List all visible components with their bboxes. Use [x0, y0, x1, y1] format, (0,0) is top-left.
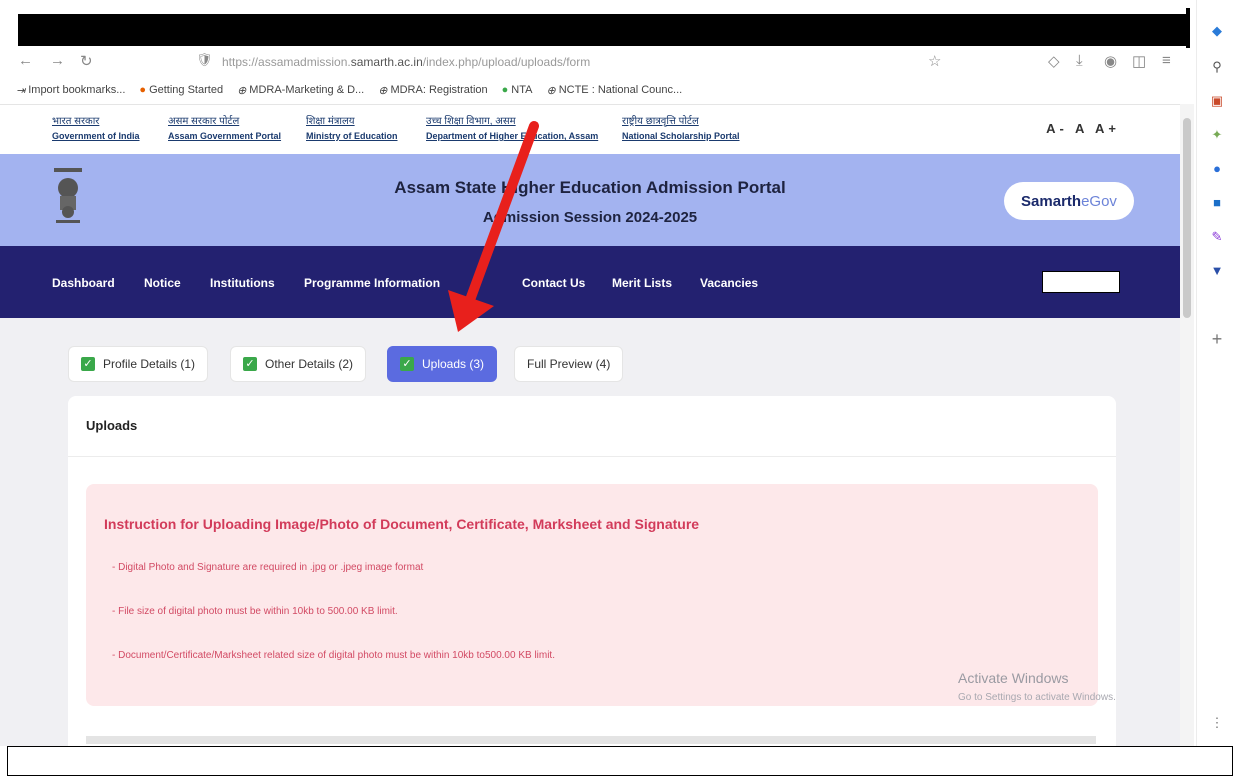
check-icon: ✓ — [400, 357, 414, 371]
extensions-icon[interactable]: ◫ — [1132, 52, 1146, 70]
main-navbar: Dashboard Notice Institutions Programme … — [0, 246, 1180, 318]
firefox-icon: ● — [139, 84, 147, 96]
bookmark-mdra-marketing[interactable]: ⊕ MDRA-Marketing & D... — [237, 84, 364, 97]
tools-icon[interactable]: ✦ — [1208, 126, 1226, 144]
shopping-icon[interactable]: ▣ — [1208, 92, 1226, 110]
nav-institutions[interactable]: Institutions — [210, 276, 275, 290]
search-icon[interactable]: ⚲ — [1208, 58, 1226, 76]
table-header-strip — [86, 736, 1096, 744]
more-icon[interactable]: ⋮ — [1208, 714, 1226, 732]
nav-merit-lists[interactable]: Merit Lists — [612, 276, 672, 290]
gov-links-strip: भारत सरकार Government of India असम सरकार … — [0, 104, 1180, 154]
nav-dashboard[interactable]: Dashboard — [52, 276, 115, 290]
globe-icon: ⊕ — [546, 84, 556, 97]
designer-icon[interactable]: ✎ — [1208, 228, 1226, 246]
portal-header: Assam State Higher Education Admission P… — [0, 154, 1180, 246]
forward-icon[interactable]: → — [50, 52, 65, 69]
bookmark-import[interactable]: ⇥ Import bookmarks... — [16, 84, 125, 97]
pocket-icon[interactable]: ◇ — [1048, 52, 1060, 70]
globe-icon: ⊕ — [237, 84, 247, 97]
check-icon: ✓ — [81, 357, 95, 371]
url-bar-row: ← → ↻ 🛡 https://assamadmission.samarth.a… — [0, 48, 1196, 76]
page-scrollbar[interactable] — [1180, 104, 1194, 746]
browser-sidebar: ◆ ⚲ ▣ ✦ ● ■ ✎ ▼ + ⋮ — [1196, 0, 1236, 746]
activation-watermark-title: Activate Windows — [958, 670, 1069, 686]
scrollbar-thumb[interactable] — [1183, 118, 1191, 318]
portal-title: Assam State Higher Education Admission P… — [394, 178, 786, 197]
gov-link-education[interactable]: शिक्षा मंत्रालय Ministry of Education — [306, 115, 398, 143]
nav-programme-information[interactable]: Programme Information — [304, 276, 440, 290]
gov-link-india[interactable]: भारत सरकार Government of India — [52, 115, 140, 143]
gov-link-higher-education[interactable]: उच्च शिक्षा विभाग, असम Department of High… — [426, 115, 598, 143]
back-icon[interactable]: ← — [18, 52, 33, 69]
bookmark-ncte[interactable]: ⊕ NCTE : National Counc... — [546, 84, 682, 97]
card-divider — [68, 456, 1116, 457]
globe-icon: ⊕ — [378, 84, 388, 97]
instruction-item: - Document/Certificate/Marksheet related… — [112, 650, 555, 661]
bookmark-getting-started[interactable]: ● Getting Started — [139, 84, 223, 96]
instruction-item: - File size of digital photo must be wit… — [112, 606, 398, 617]
menu-icon[interactable]: ≡ — [1162, 52, 1171, 69]
nav-notice[interactable]: Notice — [144, 276, 181, 290]
tab-full-preview[interactable]: Full Preview (4) — [514, 346, 624, 382]
tab-uploads[interactable]: ✓ Uploads (3) — [387, 346, 498, 382]
download-icon[interactable]: ⤓ — [1076, 52, 1083, 69]
redacted-frame-edge — [1186, 8, 1190, 48]
reload-icon[interactable]: ↻ — [80, 52, 93, 70]
instruction-item: - Digital Photo and Signature are requir… — [112, 562, 424, 573]
url-field[interactable]: https://assamadmission.samarth.ac.in/ind… — [222, 55, 590, 69]
portal-subtitle: Admission Session 2024-2025 — [482, 209, 698, 226]
nav-vacancies[interactable]: Vacancies — [700, 276, 758, 290]
office-icon[interactable]: ● — [1208, 160, 1226, 178]
tab-profile-details[interactable]: ✓ Profile Details (1) — [68, 346, 209, 382]
activation-watermark-text: Go to Settings to activate Windows. — [958, 692, 1116, 703]
bookmark-mdra-registration[interactable]: ⊕ MDRA: Registration — [378, 84, 487, 97]
redacted-bottom-box — [7, 746, 1233, 776]
wallet-icon[interactable]: ▼ — [1208, 262, 1226, 280]
redacted-user-box — [1042, 271, 1120, 293]
import-icon: ⇥ — [16, 84, 26, 97]
copilot-icon[interactable]: ◆ — [1208, 22, 1226, 40]
nav-contact-us[interactable]: Contact Us — [522, 276, 585, 290]
add-icon[interactable]: + — [1208, 330, 1226, 348]
redacted-title-bar — [18, 14, 1186, 46]
bookmarks-bar: ⇥ Import bookmarks... ● Getting Started ⊕ M… — [0, 78, 1180, 102]
shield-icon[interactable]: 🛡 — [196, 52, 213, 68]
bookmark-nta[interactable]: ● NTA — [502, 84, 533, 96]
tab-other-details[interactable]: ✓ Other Details (2) — [230, 346, 367, 382]
font-size-controls[interactable]: A- A A+ — [1046, 121, 1120, 136]
gov-link-assam[interactable]: असम सरकार पोर्टल Assam Government Portal — [168, 115, 281, 143]
card-title: Uploads — [86, 418, 138, 433]
outlook-icon[interactable]: ■ — [1208, 194, 1226, 212]
nta-icon: ● — [501, 84, 509, 96]
samarth-egov-logo: Samarth eGov — [1004, 182, 1134, 220]
star-icon[interactable]: ☆ — [928, 52, 941, 70]
instruction-heading: Instruction for Uploading Image/Photo of… — [104, 516, 700, 532]
screenshot: { "browser": { "url_prefix": "https://as… — [0, 0, 1236, 777]
check-icon: ✓ — [243, 357, 257, 371]
gov-link-scholarship[interactable]: राष्ट्रीय छात्रवृत्ति पोर्टल National Sch… — [622, 115, 740, 143]
account-icon[interactable]: ◉ — [1104, 52, 1117, 70]
instruction-panel: Instruction for Uploading Image/Photo of… — [86, 484, 1098, 706]
